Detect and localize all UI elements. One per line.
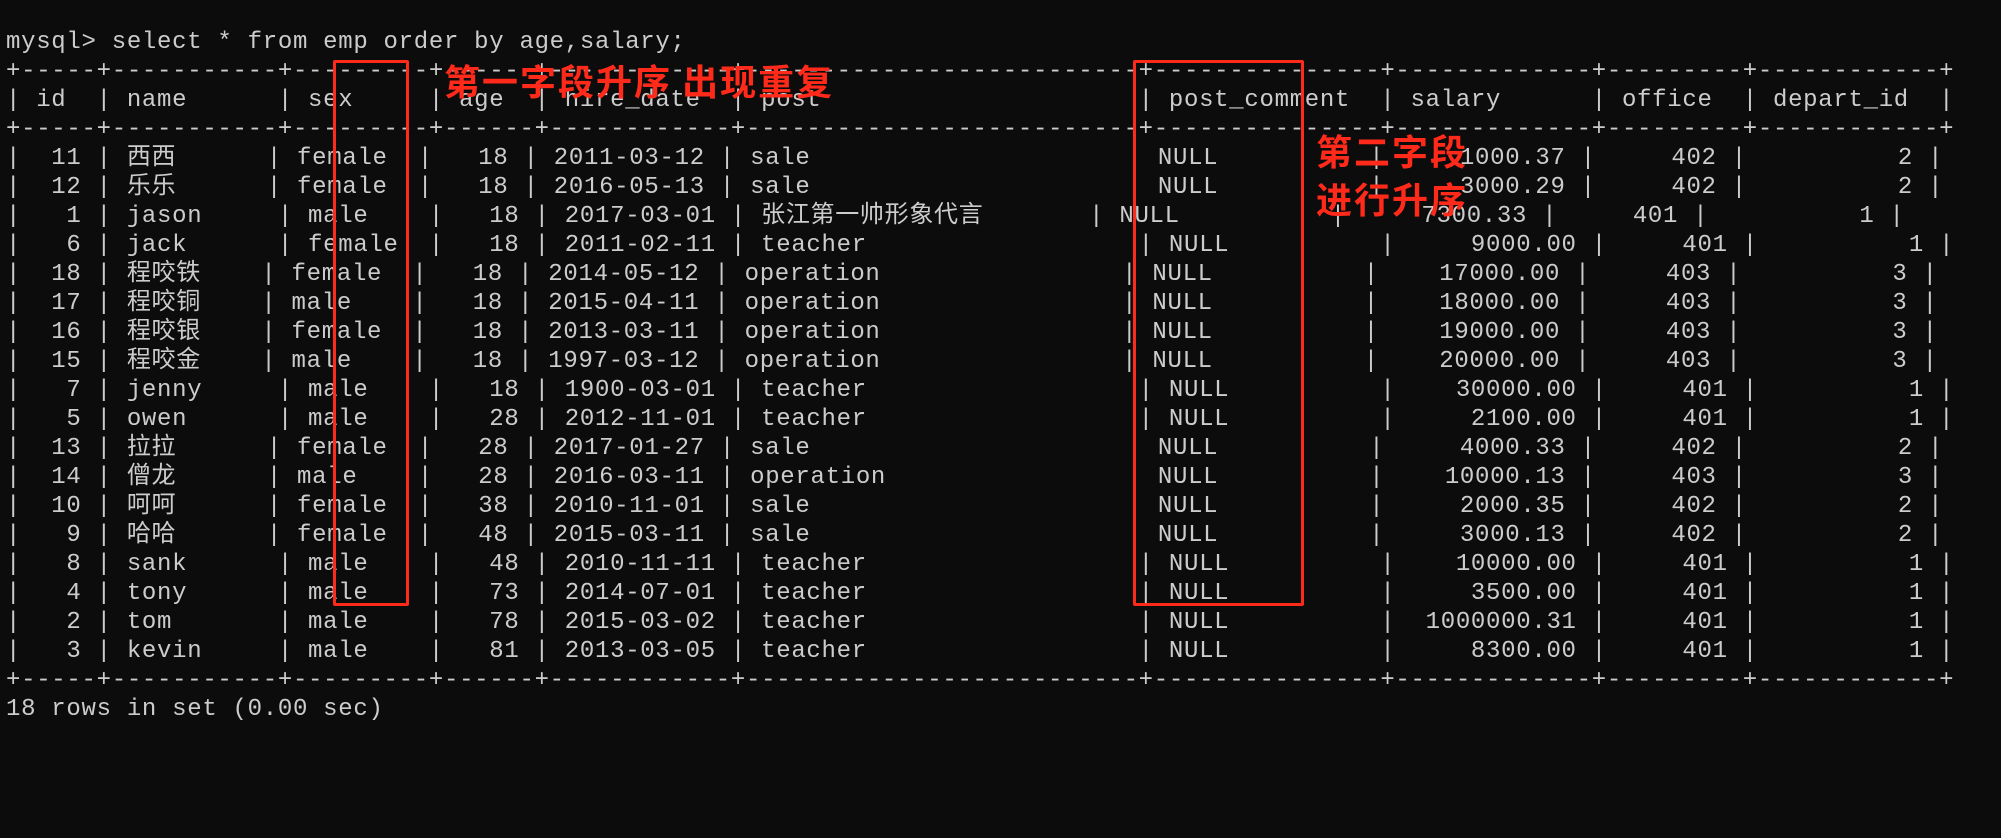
annotation-second-field-line1: 第二字段 [1316,124,1468,176]
annotation-first-field-asc-duplicate: 第一字段升序 出现重复 [444,54,834,106]
annotation-second-field-line2: 进行升序 [1316,172,1468,224]
mysql-terminal-output: mysql> select * from emp order by age,sa… [0,24,2001,724]
